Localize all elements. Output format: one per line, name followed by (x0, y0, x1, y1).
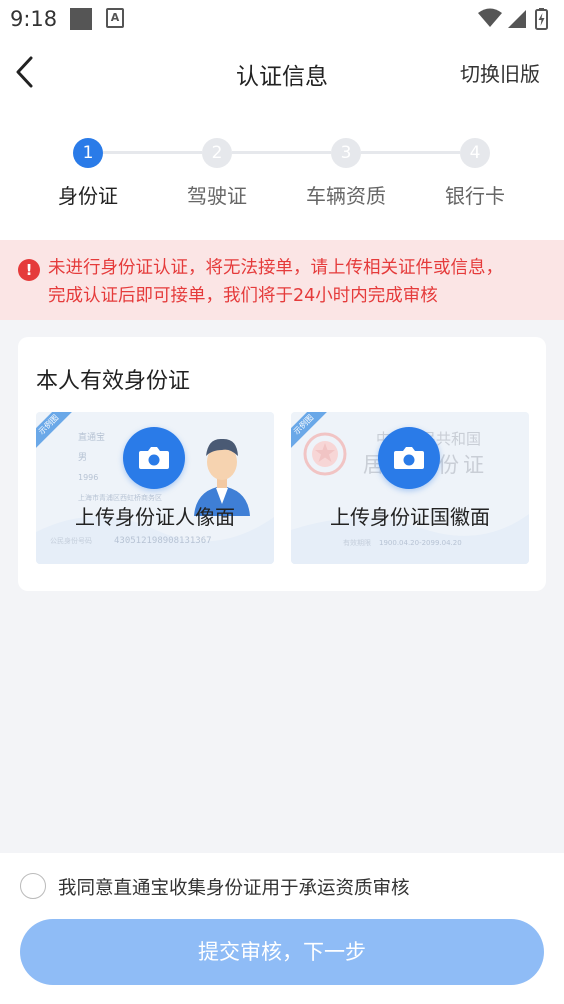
step-progress: 1 2 3 4 身份证 驾驶证 车辆资质 银行卡 (0, 106, 564, 240)
step-4-indicator: 4 (460, 138, 490, 168)
camera-button[interactable] (378, 427, 440, 489)
status-bar: 9:18 A (0, 0, 564, 40)
submit-button[interactable]: 提交审核，下一步 (20, 919, 544, 985)
step-1-indicator: 1 (73, 138, 103, 168)
upload-id-front[interactable]: 直通宝 男 1996 上海市青浦区西虹桥商务区 公民身份号码 430512198… (36, 412, 274, 564)
app-header: 认证信息 切换旧版 (0, 40, 564, 106)
bottom-action-bar: 我同意直通宝收集身份证用于承运资质审核 提交审核，下一步 (0, 853, 564, 1004)
upload-id-back[interactable]: 中华人民共和国 居民身份证 有效期限 1900.04.20-2099.04.20… (291, 412, 529, 564)
camera-button[interactable] (123, 427, 185, 489)
id-birth-text: 1996 (78, 473, 98, 482)
step-3-label: 车辆资质 (306, 184, 386, 208)
id-number-label: 公民身份号码 (50, 536, 92, 545)
step-2-label: 驾驶证 (187, 184, 247, 208)
wifi-icon (478, 8, 502, 27)
id-upload-card: 本人有效身份证 直通宝 男 1996 上海市青浦区西虹桥商务区 公民身份号码 4… (18, 337, 546, 591)
battery-icon (535, 8, 548, 30)
switch-old-version-link[interactable]: 切换旧版 (460, 58, 540, 87)
signal-icon (508, 10, 526, 28)
step-connector (103, 151, 202, 154)
id-validity-value: 1900.04.20-2099.04.20 (379, 539, 462, 547)
warning-text-line1: 未进行身份证认证，将无法接单，请上传相关证件或信息， (48, 258, 503, 278)
warning-banner: ! 未进行身份证认证，将无法接单，请上传相关证件或信息， 完成认证后即可接单，我… (0, 240, 564, 320)
id-number-text: 430512198908131367 (114, 536, 212, 546)
id-gender-text: 男 (78, 452, 87, 463)
agreement-text[interactable]: 我同意直通宝收集身份证用于承运资质审核 (58, 874, 410, 900)
notification-square-icon (70, 8, 92, 30)
status-time: 9:18 (10, 7, 58, 31)
step-3-indicator: 3 (331, 138, 361, 168)
camera-icon (139, 447, 169, 469)
camera-icon (394, 447, 424, 469)
step-1-label: 身份证 (58, 184, 118, 208)
exclamation-icon: ! (18, 259, 40, 281)
status-icons (478, 8, 548, 30)
step-connector (361, 151, 460, 154)
id-validity-label: 有效期限 (343, 538, 371, 547)
a-notification-icon: A (106, 8, 124, 28)
upload-front-label: 上传身份证人像面 (75, 505, 235, 529)
step-connector (232, 151, 331, 154)
agreement-checkbox[interactable] (20, 873, 46, 899)
id-name-text: 直通宝 (78, 431, 105, 443)
card-title: 本人有效身份证 (36, 369, 191, 394)
upload-back-label: 上传身份证国徽面 (330, 505, 490, 529)
step-2-indicator: 2 (202, 138, 232, 168)
step-4-label: 银行卡 (445, 184, 505, 208)
warning-text-line2: 完成认证后即可接单，我们将于24小时内完成审核 (48, 286, 438, 306)
